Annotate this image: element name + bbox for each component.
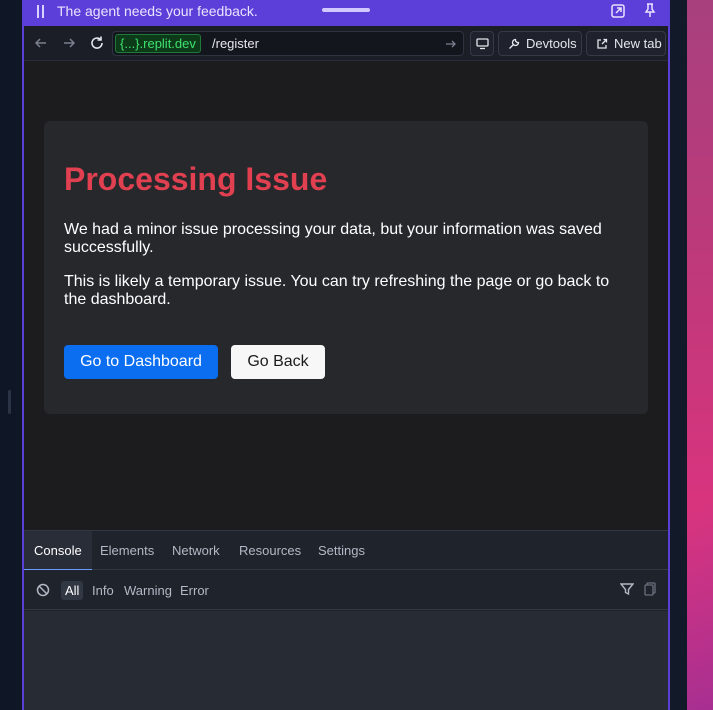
drag-handle[interactable] (322, 8, 370, 12)
forward-arrow-icon[interactable] (61, 35, 77, 51)
filter-info[interactable]: Info (88, 581, 118, 600)
devtools-button[interactable]: Devtools (498, 31, 582, 56)
right-panel-strip (670, 0, 687, 710)
reload-icon[interactable] (89, 35, 105, 51)
devtools-tabs: Console Elements Network Resources Setti… (24, 530, 668, 571)
pin-icon[interactable] (642, 2, 658, 18)
trash-icon[interactable] (644, 582, 656, 596)
popout-icon[interactable] (610, 3, 626, 19)
external-link-icon (597, 38, 608, 49)
resize-handle[interactable] (8, 390, 11, 414)
go-to-dashboard-button[interactable]: Go to Dashboard (64, 345, 218, 379)
message-paragraph-2: This is likely a temporary issue. You ca… (64, 273, 610, 308)
new-tab-label: New tab (614, 36, 662, 51)
tab-network[interactable]: Network (172, 531, 220, 571)
screen-icon (475, 38, 489, 50)
new-tab-button[interactable]: New tab (586, 31, 666, 56)
filter-warning[interactable]: Warning (120, 581, 176, 600)
filter-error[interactable]: Error (176, 581, 213, 600)
page-title: Processing Issue (64, 161, 328, 197)
tab-console[interactable]: Console (24, 531, 92, 571)
url-domain: {...}.replit.dev (115, 34, 201, 53)
pause-icon[interactable] (36, 5, 46, 19)
go-arrow-icon[interactable] (445, 37, 457, 49)
left-panel-strip (0, 0, 22, 710)
url-path: /register (212, 36, 259, 51)
tab-elements[interactable]: Elements (100, 531, 154, 571)
devtools-panel: Console Elements Network Resources Setti… (24, 530, 668, 710)
back-arrow-icon[interactable] (33, 35, 49, 51)
go-back-button[interactable]: Go Back (231, 345, 325, 379)
screen-size-button[interactable] (470, 31, 494, 56)
preview-window: The agent needs your feedback. {...}.rep… (22, 0, 670, 710)
clear-console-icon[interactable] (36, 583, 50, 597)
filter-all[interactable]: All (61, 581, 84, 600)
browser-nav-bar: {...}.replit.dev /register Devtools New … (24, 26, 668, 61)
console-filter-bar: All Info Warning Error (24, 570, 668, 610)
console-output (24, 611, 668, 710)
feedback-bar: The agent needs your feedback. (24, 0, 668, 26)
message-paragraph-1: We had a minor issue processing your dat… (64, 221, 602, 256)
tab-resources[interactable]: Resources (239, 531, 301, 571)
funnel-icon[interactable] (619, 582, 635, 596)
feedback-message: The agent needs your feedback. (57, 3, 258, 19)
page-viewport: Processing Issue We had a minor issue pr… (24, 61, 668, 530)
devtools-label: Devtools (526, 36, 577, 51)
tab-settings[interactable]: Settings (318, 531, 365, 571)
url-bar[interactable]: {...}.replit.dev /register (112, 31, 464, 56)
wrench-icon (509, 38, 520, 49)
desktop-wallpaper (687, 0, 713, 710)
error-card: Processing Issue We had a minor issue pr… (44, 121, 648, 414)
